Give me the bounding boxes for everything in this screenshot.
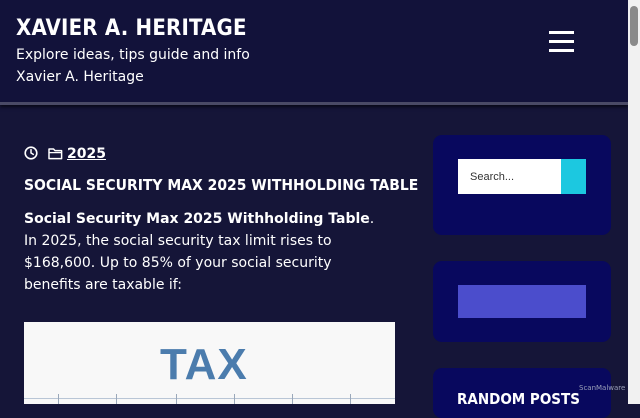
random-posts-widget: RANDOM POSTS	[433, 368, 611, 418]
image-rule	[24, 398, 395, 399]
search-input[interactable]	[458, 159, 561, 194]
featured-image-title: TAX	[160, 340, 248, 389]
image-tick	[58, 394, 59, 404]
scrollbar[interactable]	[628, 0, 640, 404]
random-posts-heading: RANDOM POSTS	[457, 390, 580, 408]
site-tagline: Explore ideas, tips guide and info Xavie…	[16, 47, 250, 85]
widget-button[interactable]	[458, 285, 586, 318]
site-header: XAVIER A. HERITAGE Explore ideas, tips g…	[0, 0, 628, 105]
post-meta: 2025	[24, 145, 106, 163]
post-excerpt: Social Security Max 2025 Withholding Tab…	[24, 208, 386, 296]
image-tick	[176, 394, 177, 404]
image-tick	[116, 394, 117, 404]
featured-image[interactable]: TAX	[24, 322, 395, 404]
image-tick	[234, 394, 235, 404]
category-link[interactable]: 2025	[67, 146, 106, 162]
scroll-thumb[interactable]	[630, 6, 638, 46]
image-tick	[292, 394, 293, 404]
excerpt-bold-text: Social Security Max 2025 Withholding Tab…	[24, 211, 370, 227]
sidebar-widget	[433, 261, 611, 342]
search-button[interactable]	[561, 159, 586, 194]
watermark: ScanMalware	[579, 384, 626, 392]
search-widget	[433, 135, 611, 235]
image-tick	[350, 394, 351, 404]
hamburger-menu-icon[interactable]	[548, 30, 576, 54]
site-title[interactable]: XAVIER A. HERITAGE	[16, 16, 247, 41]
folder-icon	[48, 145, 63, 164]
clock-icon	[24, 145, 38, 164]
post-title[interactable]: SOCIAL SECURITY MAX 2025 WITHHOLDING TAB…	[24, 176, 418, 194]
